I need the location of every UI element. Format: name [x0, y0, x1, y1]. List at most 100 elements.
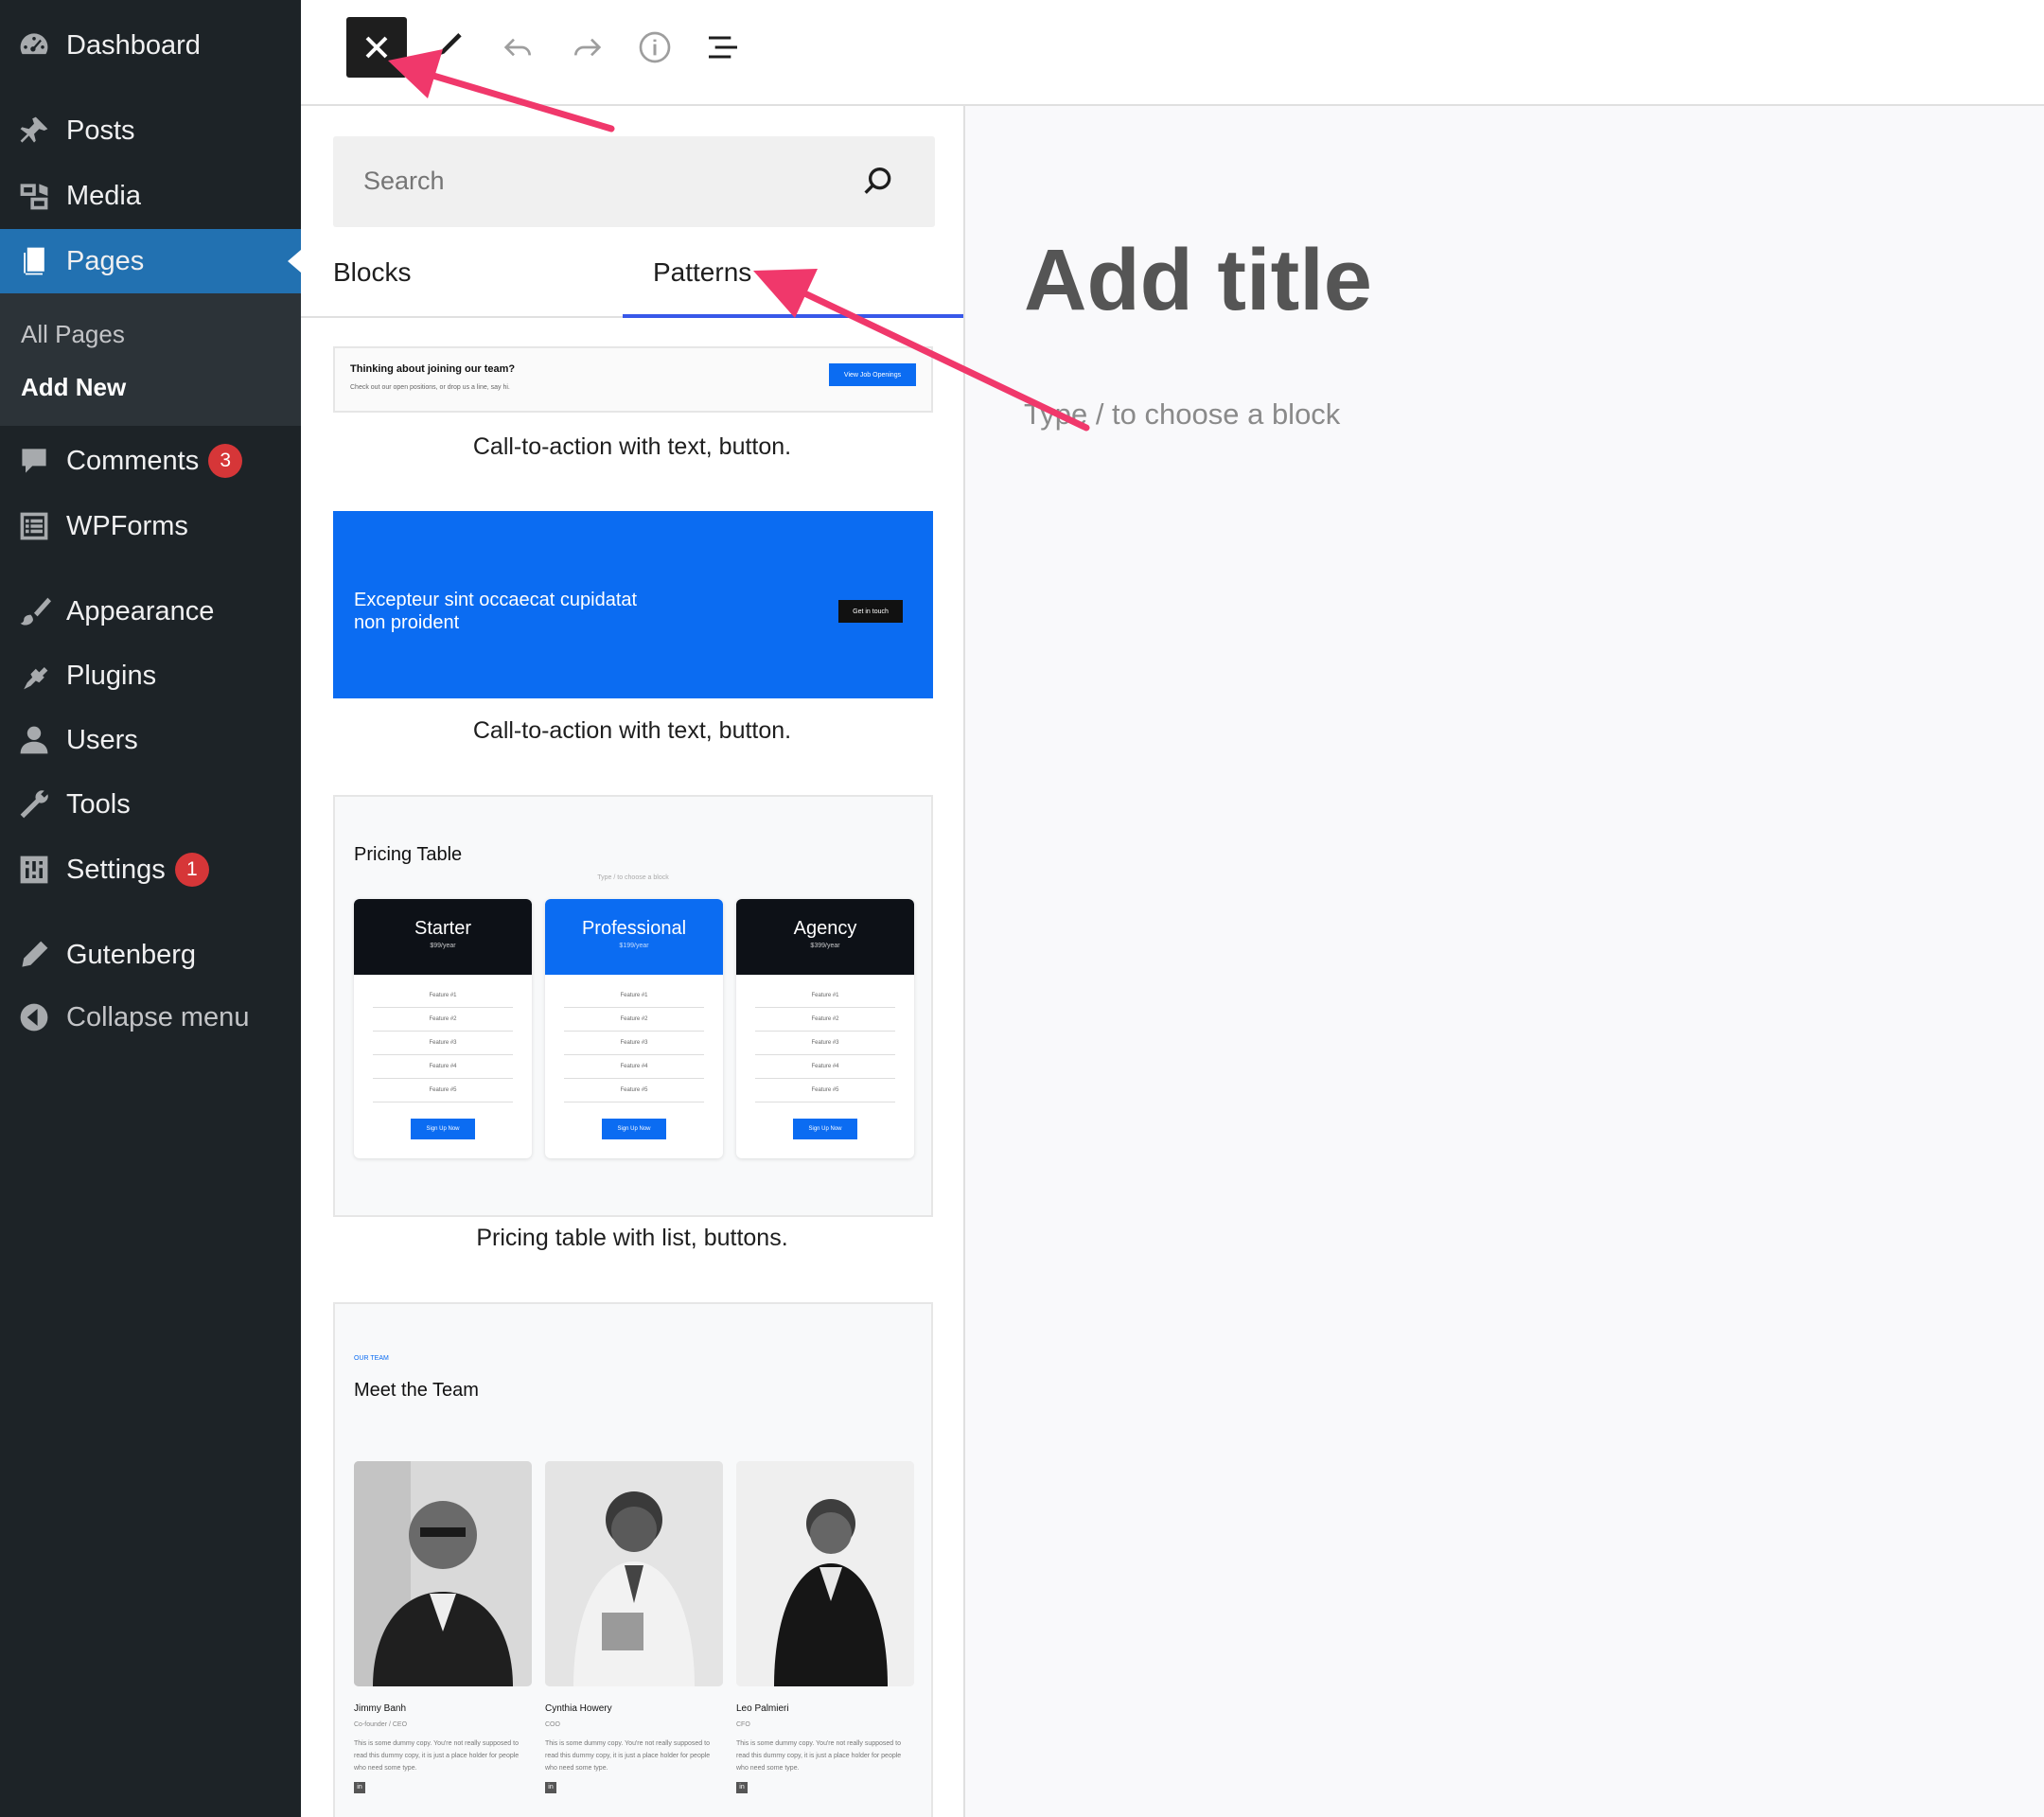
team-member-photo [354, 1461, 532, 1686]
pattern-button: View Job Openings [829, 363, 916, 386]
plan-feature: Feature #1 [373, 984, 513, 1008]
pattern-button: Get in touch [838, 600, 903, 623]
comment-icon [15, 442, 53, 480]
menu-comments[interactable]: Comments 3 [0, 429, 301, 493]
redo-button[interactable] [556, 17, 617, 78]
menu-wpforms[interactable]: WPForms [0, 494, 301, 558]
pattern-preview-team[interactable]: OUR TEAM Meet the Team Jimmy Banh Co-fou… [333, 1302, 933, 1817]
plan-feature: Feature #3 [373, 1032, 513, 1055]
team-member-name: Leo Palmieri [736, 1703, 789, 1714]
menu-appearance-label: Appearance [66, 595, 215, 626]
media-icon [15, 177, 53, 215]
team-member-name: Jimmy Banh [354, 1703, 407, 1714]
plugin-icon [15, 657, 53, 695]
admin-sidebar: Dashboard Posts Media Pages All Pages Ad… [0, 0, 301, 1817]
block-appender[interactable]: Type / to choose a block [1024, 397, 1340, 432]
details-button[interactable] [625, 17, 685, 78]
undo-icon [503, 38, 531, 57]
plan-feature: Feature #3 [755, 1032, 895, 1055]
dashboard-icon [15, 26, 53, 64]
pattern-search-input[interactable]: Search [333, 136, 935, 227]
menu-posts-label: Posts [66, 115, 135, 146]
plan-signup-button: Sign Up Now [411, 1119, 475, 1139]
pencil-icon [15, 936, 53, 974]
plan-feature: Feature #2 [755, 1008, 895, 1032]
team-member-photo [545, 1461, 723, 1686]
pattern-heading: Excepteur sint occaecat cupidatat non pr… [354, 590, 638, 633]
plan-feature: Feature #2 [564, 1008, 704, 1032]
user-icon [15, 721, 53, 759]
pattern-hint: Type / to choose a block [597, 874, 669, 881]
linkedin-icon: in [545, 1782, 556, 1793]
plan-feature: Feature #2 [373, 1008, 513, 1032]
menu-users[interactable]: Users [0, 708, 301, 772]
editor-toolbar [301, 0, 2044, 106]
tab-patterns[interactable]: Patterns [653, 257, 751, 288]
team-member: Leo Palmieri CFO This is some dummy copy… [736, 1461, 914, 1793]
pattern-subtext: Check out our open positions, or drop us… [350, 384, 510, 391]
tab-blocks[interactable]: Blocks [333, 257, 411, 288]
menu-gutenberg[interactable]: Gutenberg [0, 923, 301, 987]
menu-posts[interactable]: Posts [0, 98, 301, 163]
paintbrush-icon [15, 592, 53, 630]
team-member-name: Cynthia Howery [545, 1703, 612, 1714]
undo-button[interactable] [488, 17, 549, 78]
pattern-heading: Meet the Team [354, 1380, 479, 1401]
submenu-all-pages[interactable]: All Pages [21, 320, 125, 349]
plan-feature: Feature #1 [564, 984, 704, 1008]
plan-feature: Feature #5 [373, 1079, 513, 1103]
plan-price: $199/year [619, 943, 649, 949]
menu-gutenberg-label: Gutenberg [66, 939, 197, 970]
menu-dashboard[interactable]: Dashboard [0, 13, 301, 78]
menu-dashboard-label: Dashboard [66, 29, 201, 61]
pricing-card: Agency $399/year Feature #1 Feature #2 Fe… [736, 899, 914, 1158]
menu-plugins[interactable]: Plugins [0, 644, 301, 708]
settings-sliders-icon [15, 851, 53, 889]
menu-settings[interactable]: Settings 1 [0, 838, 301, 902]
pattern-caption: Call-to-action with text, button. [472, 433, 792, 460]
pattern-preview-cta-blue[interactable]: Excepteur sint occaecat cupidatat non pr… [333, 511, 933, 698]
pencil-icon [439, 33, 462, 56]
team-member-photo [736, 1461, 914, 1686]
form-icon [15, 507, 53, 545]
pattern-heading: Thinking about joining our team? [350, 363, 516, 375]
block-inserter-panel: Search Blocks Patterns Thinking about jo… [301, 106, 965, 1817]
plan-signup-button: Sign Up Now [602, 1119, 666, 1139]
collapse-menu-button[interactable]: Collapse menu [0, 985, 301, 1050]
pages-submenu: All Pages Add New [0, 293, 301, 426]
menu-appearance[interactable]: Appearance [0, 579, 301, 644]
menu-pages-label: Pages [66, 245, 145, 276]
list-view-button[interactable] [693, 17, 753, 78]
menu-users-label: Users [66, 724, 138, 755]
tools-button[interactable] [420, 17, 481, 78]
pattern-preview-cta-light[interactable]: Thinking about joining our team? Check o… [333, 346, 933, 413]
team-member: Cynthia Howery COO This is some dummy co… [545, 1461, 723, 1793]
wrench-icon [15, 785, 53, 823]
post-title-input[interactable]: Add title [1024, 231, 1372, 330]
plan-feature: Feature #1 [755, 984, 895, 1008]
menu-wpforms-label: WPForms [66, 510, 188, 541]
team-member-role: CFO [736, 1721, 750, 1728]
plan-name: Agency [793, 918, 857, 939]
menu-tools[interactable]: Tools [0, 772, 301, 837]
menu-plugins-label: Plugins [66, 660, 157, 691]
pattern-heading: Pricing Table [354, 844, 463, 865]
plan-feature: Feature #4 [373, 1055, 513, 1079]
collapse-arrow-icon [15, 998, 53, 1036]
team-member-bio: This is some dummy copy. You're not real… [354, 1740, 520, 1772]
plan-feature: Feature #5 [755, 1079, 895, 1103]
editor-canvas: Add title Type / to choose a block [965, 106, 2044, 1817]
menu-media[interactable]: Media [0, 164, 301, 228]
plan-feature: Feature #4 [564, 1055, 704, 1079]
submenu-add-new[interactable]: Add New [21, 373, 126, 402]
search-placeholder: Search [363, 167, 445, 195]
pattern-preview-pricing-table[interactable]: Pricing Table Type / to choose a block S… [333, 795, 933, 1217]
close-inserter-button[interactable] [346, 17, 407, 78]
menu-media-label: Media [66, 180, 141, 211]
info-icon [639, 31, 671, 63]
pattern-overline: OUR TEAM [354, 1355, 389, 1362]
menu-pages[interactable]: Pages [0, 229, 301, 293]
menu-settings-label: Settings [66, 854, 166, 885]
pricing-card: Professional $199/year Feature #1 Feature… [545, 899, 723, 1158]
plan-price: $99/year [430, 943, 456, 949]
